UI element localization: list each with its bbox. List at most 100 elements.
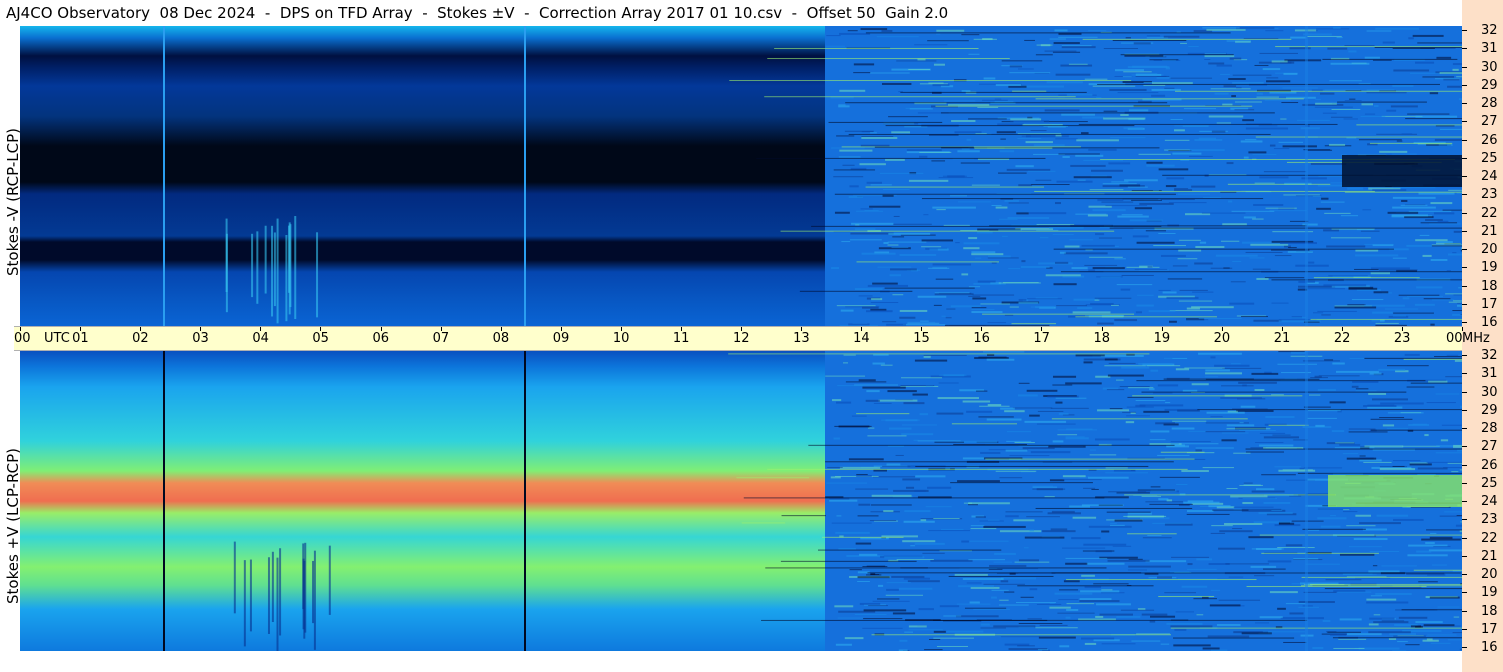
- heatmap-cell: [1206, 28, 1246, 31]
- heatmap-cell: [1147, 534, 1162, 536]
- heatmap-cell: [1196, 614, 1204, 616]
- heatmap-cell: [907, 322, 940, 324]
- rfi-streak: [951, 423, 1018, 425]
- heatmap-cell: [1416, 550, 1432, 553]
- heatmap-cell: [1061, 547, 1106, 549]
- heatmap-cell: [1423, 298, 1451, 300]
- heatmap-cell: [1330, 182, 1344, 184]
- frequency-tick-label: 19: [1481, 585, 1498, 601]
- heatmap-cell: [1066, 428, 1093, 430]
- heatmap-cell: [977, 280, 996, 283]
- heatmap-cell: [1245, 139, 1257, 141]
- heatmap-cell: [1264, 99, 1291, 101]
- heatmap-cell: [1222, 367, 1262, 369]
- heatmap-cell: [1145, 501, 1183, 503]
- heatmap-cell: [1289, 495, 1302, 497]
- heatmap-cell: [849, 239, 882, 241]
- heatmap-cell: [1107, 559, 1150, 562]
- heatmap-cell: [995, 470, 1037, 472]
- heatmap-cell: [1418, 581, 1438, 583]
- heatmap-cell: [1160, 254, 1186, 257]
- heatmap-cell: [906, 149, 942, 152]
- heatmap-cell: [1096, 96, 1102, 98]
- heatmap-cell: [1373, 621, 1409, 624]
- heatmap-cell: [1392, 257, 1407, 259]
- heatmap-cell: [1397, 641, 1408, 643]
- heatmap-cell: [1117, 215, 1149, 218]
- heatmap-cell: [1220, 73, 1230, 75]
- rfi-streak: [1227, 183, 1331, 185]
- heatmap-cell: [910, 545, 916, 547]
- heatmap-cell: [1150, 486, 1161, 488]
- utc-tick-mark: [1281, 327, 1283, 331]
- heatmap-cell: [1393, 187, 1436, 189]
- heatmap-cell: [933, 630, 946, 633]
- heatmap-cell: [1448, 189, 1462, 191]
- rfi-streak: [825, 461, 1174, 463]
- heatmap-cell: [980, 623, 990, 626]
- heatmap-cell: [1105, 467, 1128, 469]
- burst-streak: [271, 551, 274, 623]
- heatmap-cell: [884, 556, 925, 559]
- heatmap-cell: [861, 252, 896, 255]
- heatmap-cell: [1252, 218, 1264, 220]
- heatmap-cell: [1202, 647, 1220, 650]
- heatmap-cell: [1164, 139, 1190, 141]
- burst-streak: [271, 225, 274, 317]
- heatmap-cell: [1024, 39, 1035, 41]
- heatmap-cell: [1178, 249, 1202, 252]
- heatmap-cell: [1448, 301, 1462, 303]
- heatmap-cell: [859, 602, 881, 605]
- heatmap-cell: [1447, 253, 1462, 256]
- rfi-streak: [948, 575, 1054, 577]
- heatmap-cell: [1017, 645, 1035, 647]
- utc-tick-mark: [320, 327, 322, 331]
- heatmap-cell: [870, 573, 876, 576]
- frequency-tick-mark: [1462, 230, 1467, 232]
- heatmap-cell: [1105, 205, 1148, 207]
- heatmap-cell: [1400, 204, 1428, 206]
- heatmap-cell: [998, 604, 1029, 606]
- frequency-tick-label: 28: [1481, 96, 1498, 111]
- heatmap-cell: [1376, 514, 1409, 517]
- heatmap-cell: [1015, 165, 1034, 168]
- utc-tick-label: 04: [252, 331, 269, 346]
- heatmap-cell: [1239, 484, 1263, 486]
- rfi-streak: [1011, 323, 1057, 325]
- heatmap-cell: [1415, 239, 1448, 242]
- heatmap-cell: [872, 600, 910, 602]
- heatmap-cell: [1429, 596, 1460, 599]
- rfi-streak: [828, 121, 943, 123]
- heatmap-cell: [1158, 168, 1189, 171]
- heatmap-cell: [857, 581, 870, 583]
- heatmap-cell: [994, 98, 1002, 100]
- heatmap-cell: [1127, 186, 1148, 188]
- heatmap-cell: [1058, 599, 1079, 601]
- heatmap-cell: [1065, 436, 1085, 438]
- heatmap-cell: [1255, 442, 1284, 444]
- heatmap-cell: [1129, 219, 1163, 222]
- heatmap-cell: [1388, 637, 1397, 640]
- heatmap-cell: [1344, 45, 1375, 47]
- rfi-streak: [1302, 528, 1366, 530]
- heatmap-cell: [1330, 116, 1353, 118]
- frequency-tick-mark: [1462, 103, 1467, 104]
- heatmap-cell: [882, 465, 911, 467]
- rfi-streak: [1109, 227, 1462, 229]
- heatmap-cell: [1445, 293, 1462, 295]
- rfi-streak: [1313, 277, 1420, 279]
- heatmap-cell: [1228, 200, 1233, 203]
- heatmap-cell: [862, 306, 879, 309]
- heatmap-cell: [1355, 388, 1369, 390]
- heatmap-cell: [1392, 465, 1405, 467]
- heatmap-cell: [1036, 223, 1075, 225]
- heatmap-cell: [1421, 538, 1461, 541]
- heatmap-cell: [1184, 367, 1225, 369]
- frequency-tick-label: 31: [1481, 366, 1498, 382]
- utc-tick-label: 22: [1333, 331, 1351, 346]
- heatmap-cell: [1398, 294, 1440, 296]
- rfi-streak: [756, 157, 1046, 159]
- heatmap-cell: [893, 223, 932, 225]
- rfi-streak: [765, 567, 1107, 569]
- rfi-streak: [729, 80, 1132, 82]
